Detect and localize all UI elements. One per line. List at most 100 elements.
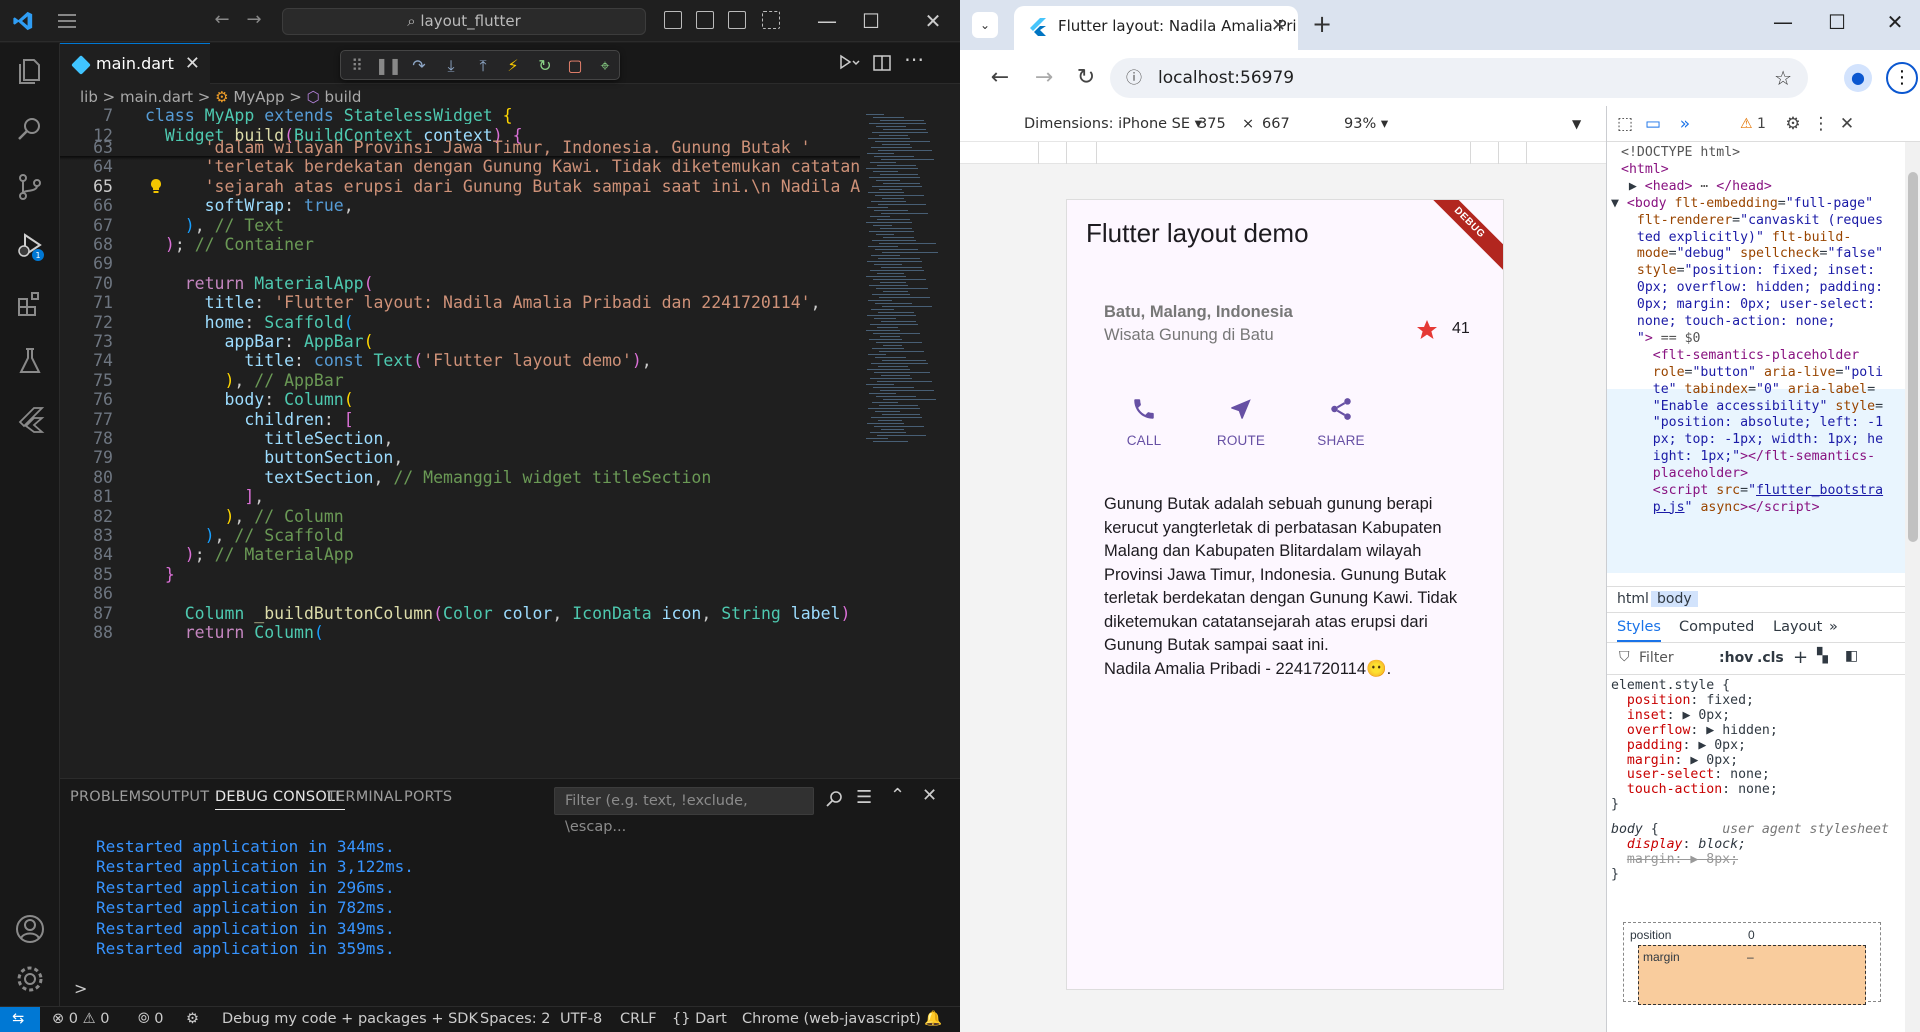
profile-avatar-icon[interactable]: ● bbox=[1844, 64, 1872, 92]
settings-gear-icon[interactable]: ⚙ bbox=[1783, 114, 1803, 134]
styles-pane[interactable]: element.style { position: fixed; inset: … bbox=[1607, 675, 1905, 1032]
address-bar[interactable]: ⓘ localhost:56979 ☆ bbox=[1110, 58, 1808, 98]
step-over-icon[interactable]: ↷ bbox=[407, 54, 431, 78]
style-rule-line[interactable]: margin: ▶ 8px; bbox=[1611, 851, 1738, 869]
tab-close-icon[interactable]: ✕ bbox=[1271, 6, 1286, 46]
language-mode[interactable]: {} Dart bbox=[672, 1007, 727, 1032]
style-rule-line[interactable]: } bbox=[1611, 796, 1619, 814]
code-line[interactable]: 88 return Column( bbox=[60, 621, 860, 645]
tab-styles[interactable]: Styles bbox=[1617, 619, 1661, 642]
accounts-icon[interactable] bbox=[14, 913, 46, 945]
step-out-icon[interactable]: ⤒ bbox=[471, 54, 495, 78]
console-filter-input[interactable]: Filter (e.g. text, !exclude, \escap... bbox=[554, 787, 814, 835]
restart-icon[interactable]: ↻ bbox=[533, 54, 557, 78]
tab-computed[interactable]: Computed bbox=[1679, 619, 1754, 635]
device-toggle-icon[interactable]: ▭ bbox=[1643, 114, 1663, 134]
debug-config[interactable]: Debug my code + packages + SDK bbox=[222, 1007, 478, 1032]
sidebar-toggle-icon[interactable]: ◧ bbox=[1845, 648, 1858, 664]
device-height-input[interactable]: 667 bbox=[1262, 106, 1290, 142]
remote-indicator[interactable]: ⇆ bbox=[0, 1007, 40, 1032]
more-actions-icon[interactable]: ⋯ bbox=[904, 47, 924, 71]
route-button[interactable]: ROUTE bbox=[1201, 396, 1281, 448]
notifications-bell-icon[interactable]: 🔔 bbox=[924, 1007, 942, 1032]
inspect-element-icon[interactable]: ⬚ bbox=[1615, 114, 1635, 134]
more-tabs-icon[interactable]: » bbox=[1675, 114, 1695, 134]
errors-status[interactable]: ⊗ 0 ⚠ 0 bbox=[52, 1007, 109, 1032]
explorer-icon[interactable] bbox=[14, 55, 46, 87]
back-arrow-icon[interactable]: ← bbox=[212, 10, 232, 30]
breadcrumb-file[interactable]: main.dart bbox=[120, 88, 193, 106]
tab-output[interactable]: OUTPUT bbox=[149, 789, 209, 805]
crumb-html[interactable]: html bbox=[1617, 591, 1649, 607]
split-editor-icon[interactable] bbox=[872, 53, 892, 73]
tab-problems[interactable]: PROBLEMS bbox=[70, 789, 151, 805]
forward-button[interactable]: → bbox=[1030, 64, 1058, 92]
encoding[interactable]: UTF-8 bbox=[560, 1007, 602, 1032]
indentation[interactable]: Spaces: 2 bbox=[480, 1007, 550, 1032]
minimize-icon[interactable]: — bbox=[812, 6, 842, 36]
share-button[interactable]: SHARE bbox=[1301, 396, 1381, 448]
code-editor[interactable]: 7 class MyApp extends StatelessWidget {12… bbox=[60, 108, 860, 778]
devtools-icon[interactable]: ⌖ bbox=[593, 54, 617, 78]
customize-layout-icon[interactable] bbox=[762, 11, 780, 29]
crumb-body[interactable]: body bbox=[1651, 591, 1698, 607]
manage-gear-icon[interactable] bbox=[14, 963, 46, 995]
flutter-app-screen[interactable]: DEBUG Flutter layout demo Batu, Malang, … bbox=[1066, 199, 1504, 990]
hot-reload-icon[interactable]: ⚡ bbox=[501, 54, 525, 78]
testing-icon[interactable] bbox=[14, 345, 46, 377]
clear-console-icon[interactable]: ☰ bbox=[856, 787, 872, 808]
dom-node-line[interactable]: p.js" async></script> bbox=[1621, 498, 1820, 519]
styles-filter-input[interactable]: Filter bbox=[1639, 650, 1674, 666]
new-rule-icon[interactable]: + bbox=[1793, 647, 1808, 668]
bookmark-star-icon[interactable]: ☆ bbox=[1774, 58, 1792, 98]
run-and-debug-icon[interactable]: 1 bbox=[14, 229, 46, 261]
breadcrumb-method[interactable]: build bbox=[325, 88, 362, 106]
scroll-thumb[interactable] bbox=[1908, 172, 1918, 542]
device-width-input[interactable]: 375 bbox=[1198, 106, 1226, 142]
step-into-icon[interactable]: ⤓ bbox=[439, 54, 463, 78]
flutter-icon[interactable] bbox=[14, 403, 46, 435]
tab-debug-console[interactable]: DEBUG CONSOLE bbox=[215, 789, 345, 810]
extensions-icon[interactable] bbox=[14, 287, 46, 319]
source-control-icon[interactable] bbox=[14, 171, 46, 203]
close-window-icon[interactable]: ✕ bbox=[918, 6, 948, 36]
breadcrumb-class[interactable]: MyApp bbox=[233, 88, 284, 106]
paint-icon[interactable]: ▚ bbox=[1817, 648, 1828, 664]
tab-terminal[interactable]: TERMINAL bbox=[327, 789, 402, 805]
maximize-icon[interactable]: ☐ bbox=[1822, 10, 1852, 34]
lightbulb-icon[interactable] bbox=[149, 178, 163, 194]
back-button[interactable]: ← bbox=[986, 64, 1014, 92]
minimap[interactable] bbox=[860, 108, 948, 778]
devtools-menu-icon[interactable]: ⋮ bbox=[1811, 114, 1831, 134]
ports-status[interactable]: ⦾ 0 bbox=[138, 1007, 163, 1032]
browser-tab[interactable]: Flutter layout: Nadila Amalia Pri ✕ bbox=[1014, 6, 1298, 50]
command-center-search[interactable]: ⌕ layout_flutter bbox=[282, 8, 646, 35]
pause-icon[interactable]: ❚❚ bbox=[375, 54, 402, 78]
device-selector[interactable]: Chrome (web-javascript) bbox=[742, 1007, 921, 1032]
end-of-line[interactable]: CRLF bbox=[620, 1007, 657, 1032]
reload-button[interactable]: ↻ bbox=[1072, 64, 1100, 92]
chrome-menu-icon[interactable]: ⋮ bbox=[1886, 62, 1918, 94]
drag-handle-icon[interactable]: ⠿ bbox=[345, 54, 369, 78]
elements-tree[interactable]: <!DOCTYPE html> <html> ▶ <head> ⋯ </head>… bbox=[1607, 142, 1905, 586]
find-icon[interactable] bbox=[824, 789, 844, 809]
search-icon[interactable] bbox=[14, 113, 46, 145]
run-debug-dropdown-icon[interactable] bbox=[838, 53, 860, 73]
tab-ports[interactable]: PORTS bbox=[404, 789, 452, 805]
console-prompt[interactable]: > bbox=[74, 979, 87, 998]
vscode-logo-icon[interactable] bbox=[12, 10, 34, 32]
style-rule-line[interactable]: touch-action: none; bbox=[1611, 781, 1778, 799]
toggle-panel-icon[interactable] bbox=[696, 11, 714, 29]
media-query-bar[interactable] bbox=[960, 142, 1606, 164]
issues-badge[interactable]: ⚠ 1 bbox=[1733, 114, 1773, 134]
maximize-icon[interactable]: ☐ bbox=[856, 6, 886, 36]
more-panels-icon[interactable]: » bbox=[1829, 619, 1838, 635]
call-button[interactable]: CALL bbox=[1104, 396, 1184, 448]
close-panel-icon[interactable]: ✕ bbox=[922, 785, 937, 806]
close-devtools-icon[interactable]: ✕ bbox=[1837, 114, 1857, 134]
maximize-panel-icon[interactable]: ⌃ bbox=[890, 785, 905, 806]
stop-icon[interactable]: ▢ bbox=[563, 54, 587, 78]
tab-close-icon[interactable]: ✕ bbox=[185, 44, 200, 84]
tab-search-icon[interactable]: ⌄ bbox=[972, 12, 998, 38]
devtools-scrollbar[interactable] bbox=[1905, 142, 1920, 1032]
